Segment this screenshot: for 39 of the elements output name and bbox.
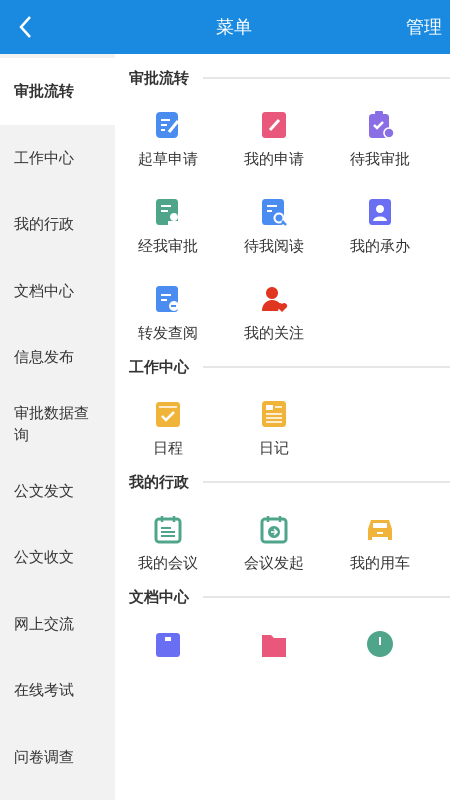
menu-item[interactable]: 经我审批	[115, 197, 221, 256]
manage-button[interactable]: 管理	[406, 15, 442, 39]
sidebar-item[interactable]: 我的行政	[0, 191, 115, 258]
sidebar-item[interactable]: 在线考试	[0, 657, 115, 724]
search-doc-icon	[259, 197, 289, 227]
sidebar-item[interactable]: 问卷调查	[0, 724, 115, 791]
sidebar-item[interactable]: 审批数据查询	[0, 390, 115, 458]
section-title: 我的行政	[129, 472, 189, 492]
menu-item[interactable]: 待我审批	[327, 110, 433, 169]
sidebar-item[interactable]: 公文收文	[0, 524, 115, 591]
back-icon[interactable]	[18, 15, 32, 39]
circle-icon	[365, 629, 395, 659]
page-title: 菜单	[216, 16, 252, 39]
menu-item[interactable]: 我的关注	[221, 284, 327, 343]
menu-item[interactable]: 待我阅读	[221, 197, 327, 256]
sidebar-item[interactable]: 网上交流	[0, 590, 115, 658]
sidebar-item[interactable]: 审批流转	[0, 58, 115, 125]
menu-item[interactable]: 转发查阅	[115, 284, 221, 343]
menu-item[interactable]: 日程	[115, 399, 221, 458]
section-title: 工作中心	[129, 358, 189, 376]
menu-item[interactable]: 日记	[221, 399, 327, 458]
check-cal-icon	[153, 399, 183, 429]
sidebar-item[interactable]: 公文发文	[0, 458, 115, 524]
sidebar-item[interactable]: 文档中心	[0, 258, 115, 324]
calendar-icon	[153, 514, 183, 544]
sidebar-item[interactable]: 工作中心	[0, 124, 115, 192]
section-title: 审批流转	[129, 68, 189, 88]
menu-item[interactable]: 起草申请	[115, 110, 221, 169]
menu-item[interactable]: 我的承办	[327, 197, 433, 256]
person-heart-icon	[259, 284, 289, 314]
calendar-arrow-icon	[259, 514, 289, 544]
sidebar-item[interactable]: 信息发布	[0, 324, 115, 391]
section-title: 文档中心	[129, 588, 189, 606]
news-icon	[259, 399, 289, 429]
menu-item[interactable]: 我的用车	[327, 514, 433, 573]
menu-item[interactable]: 会议发起	[221, 514, 327, 573]
menu-item[interactable]: 我的会议	[115, 514, 221, 573]
notebook-icon	[259, 110, 289, 140]
menu-item[interactable]: 我的申请	[221, 110, 327, 169]
